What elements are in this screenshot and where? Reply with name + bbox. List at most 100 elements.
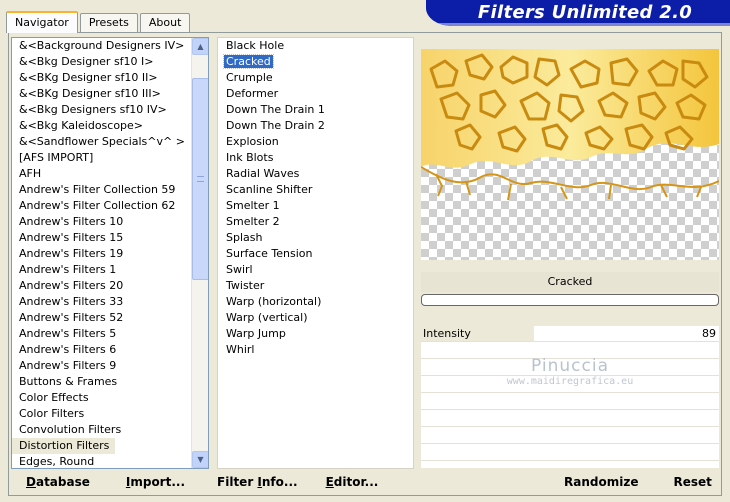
category-items: &<Background Designers IV> &<Bkg Designer…: [12, 38, 208, 468]
slider-intensity[interactable]: Intensity 89: [421, 326, 719, 342]
category-row[interactable]: Convolution Filters: [12, 422, 208, 438]
filter-item[interactable]: Black Hole: [218, 38, 413, 54]
category-scrollbar[interactable]: ▲ ▼: [191, 38, 208, 468]
category-item[interactable]: Andrew's Filters 9: [12, 359, 116, 372]
database-button[interactable]: Database: [26, 475, 90, 489]
filter-item-label: Black Hole: [226, 39, 285, 52]
category-row[interactable]: &<BKg Designer sf10 III>: [12, 86, 208, 102]
category-item[interactable]: Color Effects: [12, 391, 89, 404]
category-item[interactable]: &<Sandflower Specials^v^ >: [12, 135, 185, 148]
filter-item[interactable]: Swirl: [218, 262, 413, 278]
filter-items: Black Hole Cracked Crumple Deformer Down The…: [218, 38, 413, 358]
category-row[interactable]: &<Bkg Designers sf10 IV>: [12, 102, 208, 118]
category-item[interactable]: &<Bkg Kaleidoscope>: [12, 119, 143, 132]
filter-item[interactable]: Down The Drain 1: [218, 102, 413, 118]
category-row[interactable]: &<BKg Designer sf10 II>: [12, 70, 208, 86]
filter-item[interactable]: Warp (vertical): [218, 310, 413, 326]
filter-item[interactable]: Ink Blots: [218, 150, 413, 166]
watermark-name: Pinuccia: [531, 356, 609, 376]
category-item[interactable]: AFH: [12, 167, 41, 180]
category-row[interactable]: Andrew's Filters 6: [12, 342, 208, 358]
filter-item[interactable]: Warp (horizontal): [218, 294, 413, 310]
category-item[interactable]: &<BKg Designer sf10 II>: [12, 71, 158, 84]
category-row[interactable]: Andrew's Filters 10: [12, 214, 208, 230]
import-button[interactable]: Import...: [126, 475, 185, 489]
category-item[interactable]: &<BKg Designer sf10 III>: [12, 87, 161, 100]
category-row[interactable]: Andrew's Filters 5: [12, 326, 208, 342]
filter-info-button[interactable]: Filter Info...: [217, 475, 298, 489]
category-item[interactable]: Convolution Filters: [12, 423, 121, 436]
filter-item[interactable]: Twister: [218, 278, 413, 294]
category-row[interactable]: &<Sandflower Specials^v^ >: [12, 134, 208, 150]
category-item-selected[interactable]: Distortion Filters: [12, 438, 116, 454]
database-button-mnemonic: D: [26, 475, 36, 489]
category-item[interactable]: Andrew's Filters 5: [12, 327, 116, 340]
category-item[interactable]: Andrew's Filters 1: [12, 263, 116, 276]
scrollbar-thumb[interactable]: [192, 78, 208, 280]
category-row[interactable]: Distortion Filters: [12, 438, 208, 454]
randomize-button[interactable]: Randomize: [564, 475, 638, 489]
category-row[interactable]: Andrew's Filters 9: [12, 358, 208, 374]
category-row[interactable]: Andrew's Filters 1: [12, 262, 208, 278]
filter-item-label: Splash: [226, 231, 263, 244]
tab-bar: Navigator Presets About: [6, 10, 192, 33]
editor-button[interactable]: Editor...: [326, 475, 379, 489]
category-row[interactable]: Color Effects: [12, 390, 208, 406]
arrow-up-icon[interactable]: ▲: [192, 38, 208, 55]
filter-list[interactable]: Black Hole Cracked Crumple Deformer Down The…: [217, 37, 414, 469]
tab-about[interactable]: About: [139, 13, 191, 32]
category-item[interactable]: &<Bkg Designers sf10 IV>: [12, 103, 167, 116]
filter-item[interactable]: Whirl: [218, 342, 413, 358]
filter-item[interactable]: Smelter 2: [218, 214, 413, 230]
filter-item[interactable]: Deformer: [218, 86, 413, 102]
reset-button[interactable]: Reset: [673, 475, 711, 489]
filter-item[interactable]: Splash: [218, 230, 413, 246]
tab-presets[interactable]: Presets: [79, 13, 138, 32]
filter-item[interactable]: Down The Drain 2: [218, 118, 413, 134]
filter-item-selected[interactable]: Cracked: [218, 54, 413, 70]
category-item[interactable]: Andrew's Filters 20: [12, 279, 123, 292]
category-item[interactable]: Edges, Round: [12, 455, 94, 468]
category-item[interactable]: Andrew's Filters 15: [12, 231, 123, 244]
filter-item[interactable]: Crumple: [218, 70, 413, 86]
category-item[interactable]: Andrew's Filters 33: [12, 295, 123, 308]
category-item[interactable]: Andrew's Filter Collection 59: [12, 183, 175, 196]
bottom-toolbar-right: Randomize Reset: [421, 469, 719, 495]
category-item[interactable]: Color Filters: [12, 407, 84, 420]
category-row[interactable]: Andrew's Filters 52: [12, 310, 208, 326]
category-row[interactable]: [AFS IMPORT]: [12, 150, 208, 166]
category-row[interactable]: Andrew's Filter Collection 59: [12, 182, 208, 198]
category-item[interactable]: [AFS IMPORT]: [12, 151, 93, 164]
category-item[interactable]: &<Background Designers IV>: [12, 39, 184, 52]
arrow-down-icon[interactable]: ▼: [192, 451, 208, 468]
filter-item[interactable]: Warp Jump: [218, 326, 413, 342]
category-row[interactable]: &<Bkg Kaleidoscope>: [12, 118, 208, 134]
category-row[interactable]: Color Filters: [12, 406, 208, 422]
category-item[interactable]: Andrew's Filters 52: [12, 311, 123, 324]
import-button-label: mport...: [130, 475, 186, 489]
category-item[interactable]: Andrew's Filters 10: [12, 215, 123, 228]
category-row[interactable]: Andrew's Filters 20: [12, 278, 208, 294]
category-row[interactable]: &<Background Designers IV>: [12, 38, 208, 54]
category-item[interactable]: Andrew's Filters 6: [12, 343, 116, 356]
filter-item[interactable]: Smelter 1: [218, 198, 413, 214]
filter-item[interactable]: Explosion: [218, 134, 413, 150]
category-row[interactable]: Andrew's Filters 19: [12, 246, 208, 262]
category-item[interactable]: Buttons & Frames: [12, 375, 117, 388]
category-row[interactable]: AFH: [12, 166, 208, 182]
category-row[interactable]: Buttons & Frames: [12, 374, 208, 390]
category-item[interactable]: Andrew's Filter Collection 62: [12, 199, 175, 212]
category-item[interactable]: &<Bkg Designer sf10 I>: [12, 55, 154, 68]
category-row[interactable]: Andrew's Filter Collection 62: [12, 198, 208, 214]
category-item[interactable]: Andrew's Filters 19: [12, 247, 123, 260]
filter-item[interactable]: Scanline Shifter: [218, 182, 413, 198]
tab-navigator[interactable]: Navigator: [6, 11, 78, 33]
category-row[interactable]: &<Bkg Designer sf10 I>: [12, 54, 208, 70]
category-list[interactable]: &<Background Designers IV> &<Bkg Designer…: [11, 37, 209, 469]
progress-bar: [421, 294, 719, 306]
filter-item[interactable]: Radial Waves: [218, 166, 413, 182]
filter-item[interactable]: Surface Tension: [218, 246, 413, 262]
category-row[interactable]: Edges, Round: [12, 454, 208, 468]
category-row[interactable]: Andrew's Filters 15: [12, 230, 208, 246]
category-row[interactable]: Andrew's Filters 33: [12, 294, 208, 310]
